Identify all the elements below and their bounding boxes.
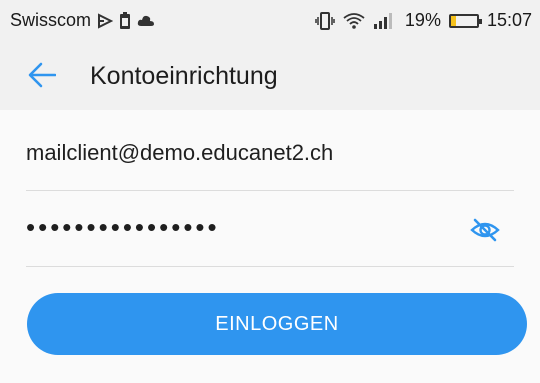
status-bar: Swisscom 19% 15:07 (0, 0, 540, 40)
battery-fill (450, 15, 456, 26)
status-right: 19% 15:07 (315, 10, 532, 31)
login-form: mailclient@demo.educanet2.ch •••••••••••… (0, 110, 540, 383)
signal-icon (373, 12, 392, 29)
email-field[interactable]: mailclient@demo.educanet2.ch (26, 110, 514, 191)
status-left: Swisscom (10, 10, 155, 31)
arrow-left-icon[interactable] (28, 62, 56, 88)
app-bar: Kontoeinrichtung (0, 40, 540, 110)
password-field[interactable]: •••••••••••••••• (26, 190, 514, 267)
eye-off-icon[interactable] (470, 218, 500, 242)
carrier-name: Swisscom (10, 10, 92, 30)
cast-icon (98, 12, 114, 29)
battery-percent: 19% (404, 10, 441, 30)
vibrate-icon (315, 11, 335, 30)
page-title: Kontoeinrichtung (90, 62, 278, 90)
login-button[interactable]: EINLOGGEN (27, 293, 527, 355)
clock: 15:07 (486, 10, 532, 30)
password-value[interactable]: •••••••••••••••• (26, 212, 220, 243)
email-value[interactable]: mailclient@demo.educanet2.ch (26, 140, 333, 166)
wifi-icon (343, 12, 365, 29)
battery-icon (448, 13, 482, 28)
cloud-icon (137, 15, 155, 26)
sim-icon (120, 11, 131, 29)
